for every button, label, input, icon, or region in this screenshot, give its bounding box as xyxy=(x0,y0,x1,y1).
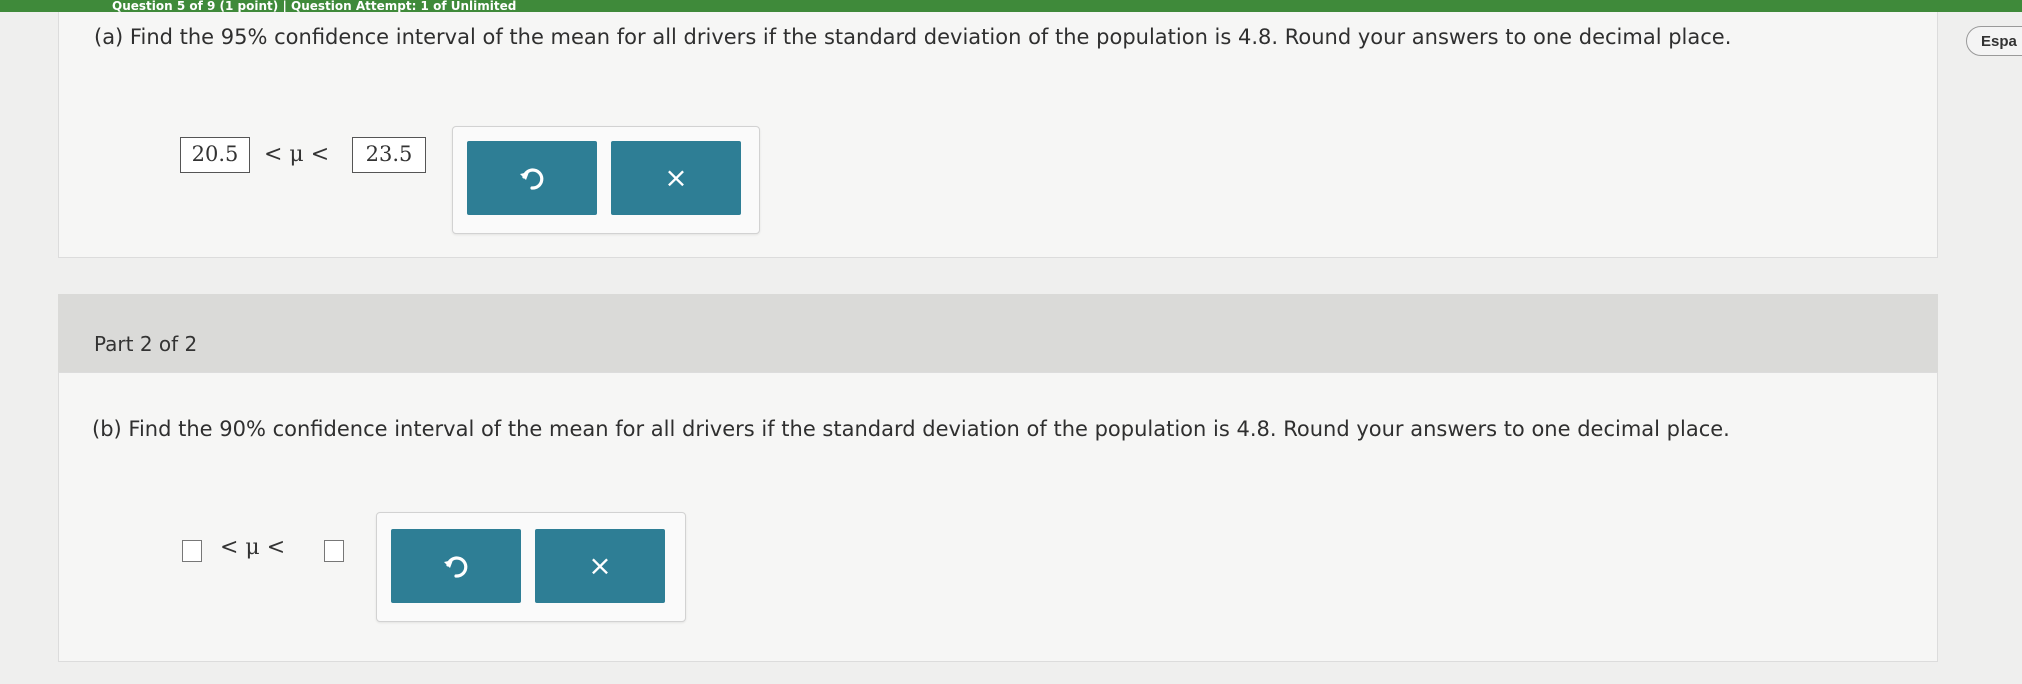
part-a-inequality: < μ < xyxy=(264,142,330,167)
part-label: Part 2 of 2 xyxy=(94,332,198,356)
part-b-lower-input[interactable] xyxy=(182,540,202,562)
part-a-upper-input[interactable]: 23.5 xyxy=(352,137,426,173)
part-b-question: (b) Find the 90% confidence interval of … xyxy=(92,417,1730,441)
part-header: Part 2 of 2 xyxy=(58,294,1938,372)
clear-x-icon: × xyxy=(588,549,612,582)
part-a-question: (a) Find the 95% confidence interval of … xyxy=(94,25,1732,49)
undo-icon xyxy=(520,168,544,190)
part-b-upper-input[interactable] xyxy=(324,540,344,562)
part-b-inequality: < μ < xyxy=(220,535,286,560)
clear-x-icon: × xyxy=(664,161,688,194)
part-b-button-group: × xyxy=(376,512,686,622)
language-button[interactable]: Espa xyxy=(1966,26,2022,56)
part-a-button-group: × xyxy=(452,126,760,234)
undo-icon xyxy=(444,556,468,578)
part-a-undo-button[interactable] xyxy=(467,141,597,215)
part-b-undo-button[interactable] xyxy=(391,529,521,603)
part-a-clear-button[interactable]: × xyxy=(611,141,741,215)
part-b-clear-button[interactable]: × xyxy=(535,529,665,603)
question-info: Question 5 of 9 (1 point) | Question Att… xyxy=(112,0,517,13)
part-a-lower-input[interactable]: 20.5 xyxy=(180,137,250,173)
